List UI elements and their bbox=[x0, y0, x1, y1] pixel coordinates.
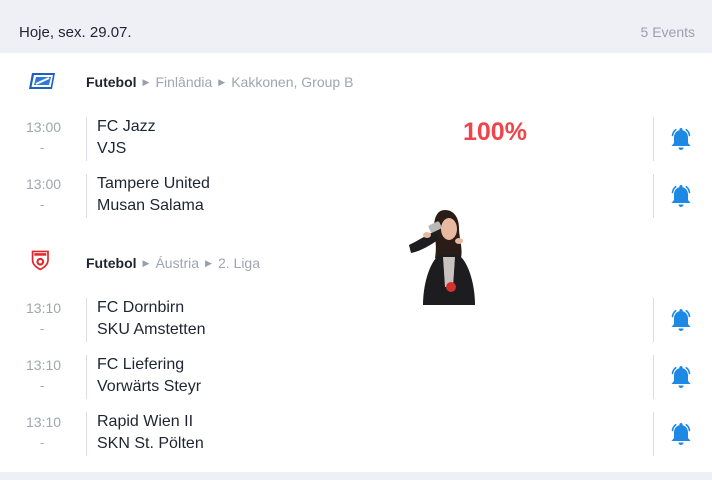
match-row[interactable]: 13:10 - Rapid Wien II SKN St. Pölten bbox=[0, 410, 712, 460]
divider bbox=[86, 412, 87, 456]
breadcrumb: Futebol ▶ Finlândia ▶ Kakkonen, Group B bbox=[86, 74, 353, 90]
breadcrumb-league: 2. Liga bbox=[217, 255, 261, 271]
league-header-austria[interactable]: Futebol ▶ Áustria ▶ 2. Liga bbox=[0, 242, 712, 282]
match-time: 13:00 bbox=[26, 176, 62, 192]
divider bbox=[653, 174, 654, 218]
match-row[interactable]: 13:00 - FC Jazz VJS bbox=[0, 115, 712, 165]
match-row[interactable]: 13:00 - Tampere United Musan Salama bbox=[0, 172, 712, 222]
bell-icon[interactable] bbox=[669, 421, 693, 447]
match-time: 13:10 bbox=[26, 300, 62, 316]
match-row[interactable]: 13:10 - FC Liefering Vorwärts Steyr bbox=[0, 353, 712, 403]
divider bbox=[653, 412, 654, 456]
match-time: 13:10 bbox=[26, 357, 62, 373]
breadcrumb-sport: Futebol bbox=[86, 255, 137, 271]
home-team: Tampere United bbox=[97, 175, 210, 192]
match-status: - bbox=[40, 378, 45, 393]
league-header-finland[interactable]: Futebol ▶ Finlândia ▶ Kakkonen, Group B bbox=[0, 61, 712, 101]
percent-overlay: 100% bbox=[463, 118, 527, 146]
divider bbox=[86, 355, 87, 399]
finland-league-logo-icon bbox=[29, 73, 55, 89]
divider bbox=[86, 117, 87, 161]
away-team: Vorwärts Steyr bbox=[97, 378, 202, 395]
match-time: 13:00 bbox=[26, 119, 62, 135]
home-team: FC Liefering bbox=[97, 356, 185, 373]
match-status: - bbox=[40, 197, 45, 212]
divider bbox=[86, 174, 87, 218]
divider bbox=[653, 355, 654, 399]
away-team: SKU Amstetten bbox=[97, 321, 206, 338]
match-row[interactable]: 13:10 - FC Dornbirn SKU Amstetten bbox=[0, 296, 712, 346]
breadcrumb-country: Áustria bbox=[155, 255, 200, 271]
date-label: Hoje, sex. 29.07. bbox=[19, 24, 132, 41]
home-team: FC Jazz bbox=[97, 118, 156, 135]
bell-icon[interactable] bbox=[669, 364, 693, 390]
divider bbox=[653, 298, 654, 342]
breadcrumb-country: Finlândia bbox=[155, 74, 213, 90]
austria-league-logo-icon bbox=[31, 250, 49, 271]
events-panel: Futebol ▶ Finlândia ▶ Kakkonen, Group B 13:0… bbox=[0, 53, 712, 472]
day-header: Hoje, sex. 29.07. 5 Events bbox=[0, 7, 712, 53]
bell-icon[interactable] bbox=[669, 126, 693, 152]
match-time: 13:10 bbox=[26, 414, 62, 430]
breadcrumb-separator-icon: ▶ bbox=[142, 77, 150, 87]
bell-icon[interactable] bbox=[669, 307, 693, 333]
breadcrumb-sport: Futebol bbox=[86, 74, 137, 90]
away-team: Musan Salama bbox=[97, 197, 204, 214]
person-sticker-image bbox=[409, 210, 475, 305]
breadcrumb-league: Kakkonen, Group B bbox=[231, 74, 354, 90]
away-team: VJS bbox=[97, 140, 127, 157]
match-status: - bbox=[40, 140, 45, 155]
match-status: - bbox=[40, 321, 45, 336]
home-team: Rapid Wien II bbox=[97, 413, 194, 430]
divider bbox=[86, 298, 87, 342]
home-team: FC Dornbirn bbox=[97, 299, 185, 316]
event-count: 5 Events bbox=[640, 24, 695, 40]
breadcrumb: Futebol ▶ Áustria ▶ 2. Liga bbox=[86, 255, 260, 271]
breadcrumb-separator-icon: ▶ bbox=[142, 258, 150, 268]
match-status: - bbox=[40, 435, 45, 450]
away-team: SKN St. Pölten bbox=[97, 435, 204, 452]
breadcrumb-separator-icon: ▶ bbox=[205, 258, 212, 268]
divider bbox=[653, 117, 654, 161]
bell-icon[interactable] bbox=[669, 183, 693, 209]
breadcrumb-separator-icon: ▶ bbox=[218, 77, 226, 87]
